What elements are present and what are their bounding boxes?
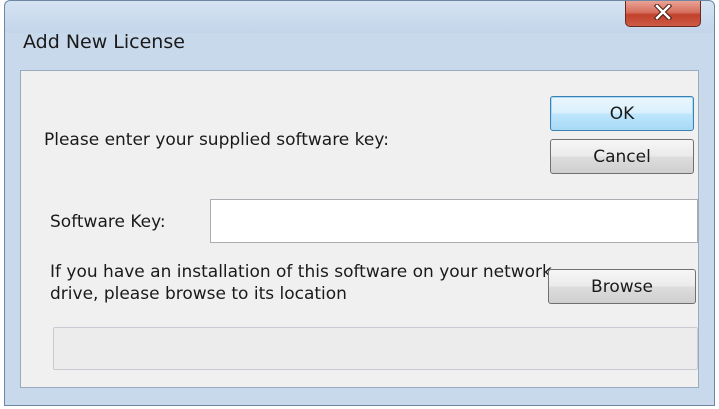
window-title: Add New License: [23, 31, 185, 53]
prompt-label: Please enter your supplied software key:: [44, 130, 389, 150]
close-x-icon: [653, 2, 673, 21]
title-bar[interactable]: [5, 1, 714, 33]
add-new-license-window: Add New License Please enter your suppli…: [4, 0, 715, 406]
close-button[interactable]: [625, 1, 701, 27]
browse-instructions: If you have an installation of this soft…: [50, 262, 552, 304]
cancel-button[interactable]: Cancel: [550, 139, 694, 174]
install-location-field: [53, 327, 698, 370]
software-key-label: Software Key:: [50, 212, 166, 232]
browse-button[interactable]: Browse: [548, 269, 696, 304]
dialog-client-area: Please enter your supplied software key:…: [20, 70, 699, 388]
ok-button[interactable]: OK: [550, 96, 694, 131]
close-icon: [653, 2, 673, 24]
software-key-input[interactable]: [210, 199, 698, 243]
